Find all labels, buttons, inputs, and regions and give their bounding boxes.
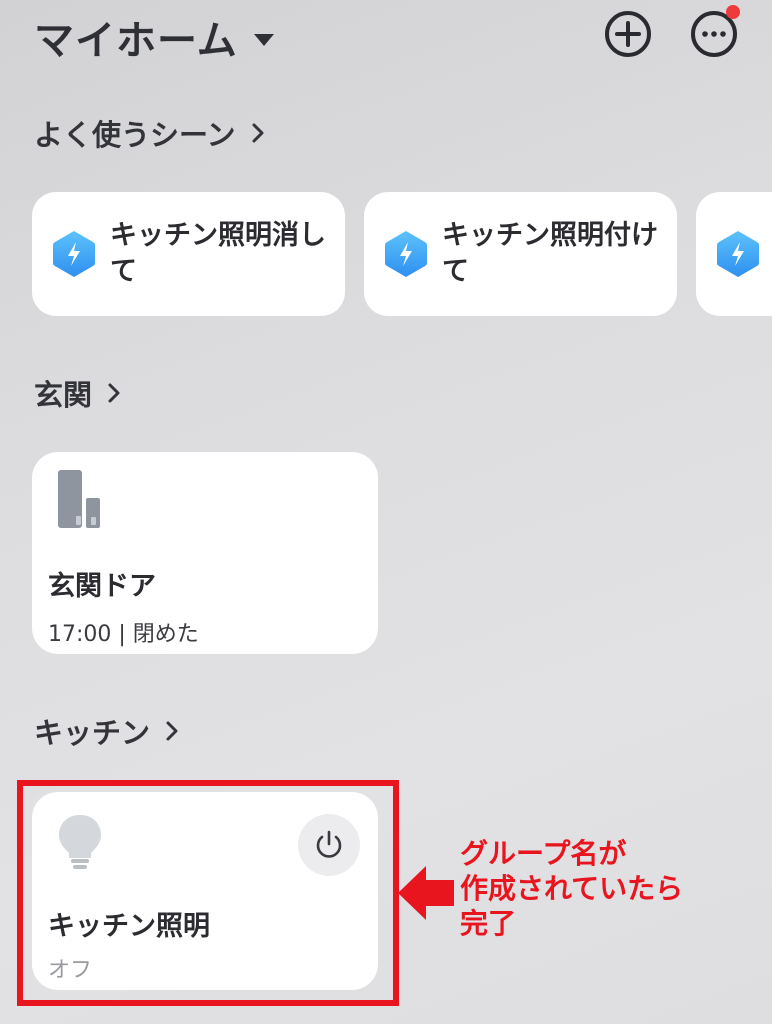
arrow-left-icon xyxy=(398,866,454,920)
add-button[interactable] xyxy=(604,10,652,58)
section-title-kitchen[interactable]: キッチン xyxy=(34,710,180,752)
scene-label: キッチン照明付けて xyxy=(442,220,658,287)
home-selector[interactable]: マイホーム xyxy=(34,8,274,66)
page-title: マイホーム xyxy=(34,18,238,64)
annotation-line: 作成されていたら xyxy=(460,872,684,905)
light-bulb-icon xyxy=(59,815,101,869)
chevron-right-icon xyxy=(252,123,264,143)
scene-card-kitchen-on[interactable]: キッチン照明付けて xyxy=(364,192,677,316)
door-sensor-icon xyxy=(58,470,100,528)
device-card-kitchen-light[interactable]: キッチン照明 オフ xyxy=(32,792,378,990)
scene-label: キッチン照明消して xyxy=(110,220,326,287)
device-name: 玄関ドア xyxy=(48,571,156,602)
section-title-text: よく使うシーン xyxy=(34,118,236,152)
device-status: オフ xyxy=(48,958,93,983)
chevron-right-icon xyxy=(108,383,120,403)
power-icon xyxy=(316,830,342,858)
scene-card-partial[interactable] xyxy=(696,192,772,316)
caret-down-icon xyxy=(253,34,274,46)
device-status: 17:00 | 閉めた xyxy=(48,622,199,647)
scene-card-kitchen-off[interactable]: キッチン照明消して xyxy=(32,192,345,316)
section-title-text: 玄関 xyxy=(34,378,93,412)
device-name: キッチン照明 xyxy=(48,911,210,942)
annotation-text: グループ名が 作成されていたら 完了 xyxy=(460,836,683,941)
lightning-hexagon-icon xyxy=(53,231,95,277)
plus-circle-icon xyxy=(605,11,651,57)
annotation-line: グループ名が xyxy=(460,837,627,870)
notification-badge xyxy=(726,5,740,19)
section-title-text: キッチン xyxy=(34,716,151,750)
device-card-entrance-door[interactable]: 玄関ドア 17:00 | 閉めた xyxy=(32,452,378,654)
annotation-line: 完了 xyxy=(460,907,517,940)
power-button[interactable] xyxy=(298,814,360,876)
lightning-hexagon-icon xyxy=(717,231,759,277)
chevron-right-icon xyxy=(166,721,178,741)
lightning-hexagon-icon xyxy=(385,231,427,277)
section-title-entrance[interactable]: 玄関 xyxy=(34,372,122,414)
section-title-scenes[interactable]: よく使うシーン xyxy=(34,112,266,154)
